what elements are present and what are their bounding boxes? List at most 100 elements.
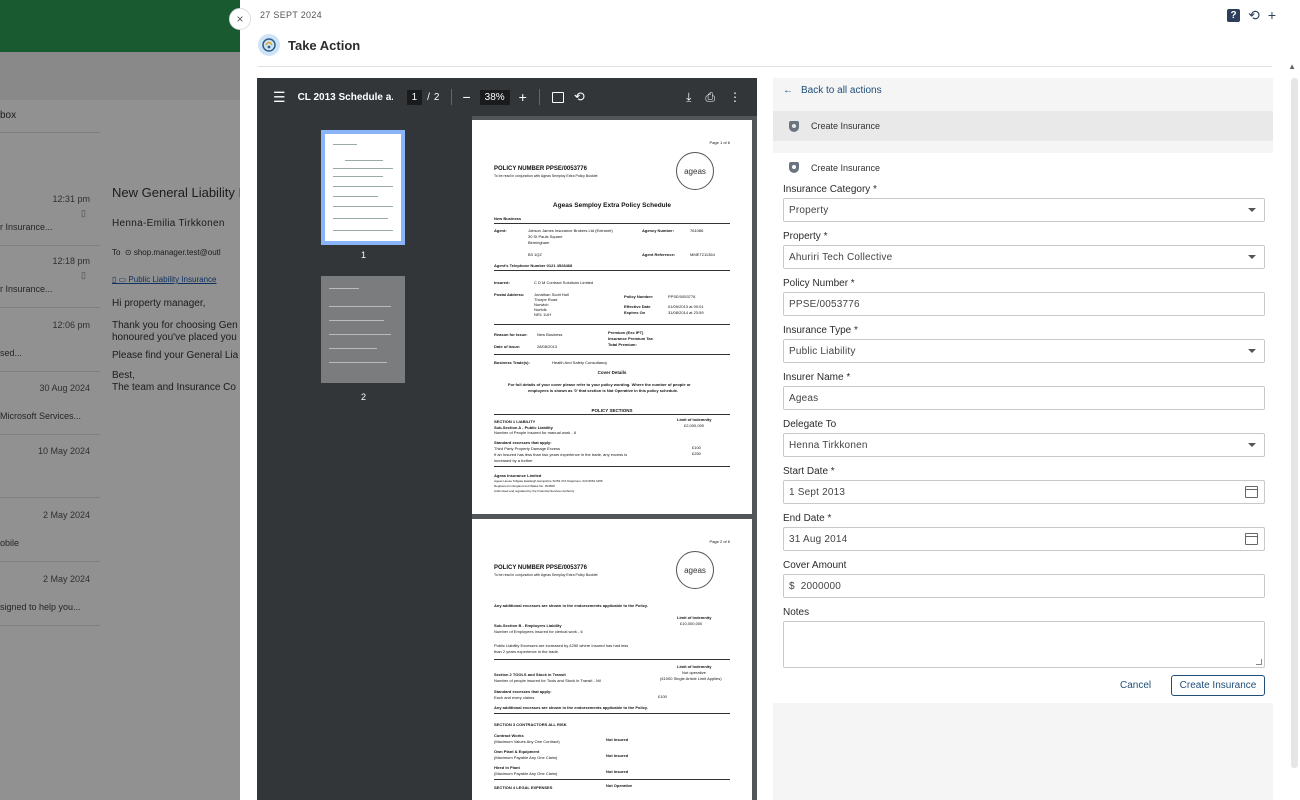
additional-excess-note: Any additional excesses are shown in the… — [494, 603, 648, 608]
cover-note: employees is shown as '0' that section i… — [528, 388, 679, 393]
hired-plant-label: Hired In Plant — [494, 765, 520, 770]
contract-works-label: Contract Works — [494, 733, 524, 738]
calendar-icon[interactable] — [1245, 486, 1258, 498]
effective-value: 01/09/2013 at 00:01 — [668, 304, 704, 309]
postal-line: NR1 1UH — [534, 312, 552, 317]
back-link-label: Back to all actions — [801, 85, 882, 96]
pdf-pages[interactable]: Page 1 of 6 ageas POLICY NUMBER PPSE/005… — [472, 116, 757, 800]
collapsed-title: Create Insurance — [811, 121, 881, 131]
cover-details-heading: Cover Details — [597, 370, 627, 375]
chevron-down-icon — [1248, 208, 1256, 212]
end-date-input[interactable]: 31 Aug 2014 — [783, 527, 1265, 551]
pdf-page-2: Page 2 of 6 ageas POLICY NUMBER PPSE/005… — [472, 519, 752, 800]
modal-scrollbar[interactable] — [1291, 78, 1298, 768]
history-icon[interactable]: ⟲ — [1248, 7, 1260, 23]
scroll-up-icon[interactable]: ▲ — [1288, 62, 1296, 71]
thumb-text-line — [345, 160, 383, 161]
end-date-value: 31 Aug 2014 — [789, 533, 848, 545]
page-footer: Ageas House Tollgate Eastleigh Hampshire… — [494, 479, 603, 483]
more-options-icon[interactable]: ⋮ — [729, 90, 741, 105]
policy-number-label: Policy Number * — [783, 278, 855, 289]
help-icon[interactable]: ? — [1227, 8, 1241, 22]
rule — [494, 713, 730, 714]
agent-telephone: Agent's Telephone Number 0121 4528468 — [494, 263, 573, 268]
schedule-title: Ageas Semploy Extra Policy Schedule — [552, 202, 672, 209]
expires-value: 31/08/2014 at 23:59 — [668, 310, 704, 315]
section2-limit: (£1000 Single Article Limit Applies) — [660, 676, 722, 681]
page-thumbnail-2[interactable] — [321, 276, 405, 383]
download-icon[interactable]: ⤓ — [686, 90, 691, 105]
menu-icon[interactable]: ☰ — [273, 89, 286, 106]
modal-toolbar: ? ⟲ + — [1227, 7, 1276, 23]
agent-address: 30 St Pauls Square — [528, 234, 563, 239]
form-title: Create Insurance — [811, 162, 881, 173]
std-excess-label: Standard excesses that apply: — [494, 440, 552, 445]
policy-subheading: To be read in conjunction with Ageas Sem… — [494, 573, 598, 577]
section2-people: Number of people insured for Tools and S… — [494, 678, 601, 683]
zoom-input[interactable]: 38% — [479, 89, 510, 105]
page-separator: / — [427, 91, 430, 103]
thumbnail-sidebar: 1 2 — [257, 116, 472, 800]
thumb-text-line — [333, 144, 357, 145]
page-footer: Authorised and regulated by the Financia… — [494, 489, 575, 493]
cover-amount-label: Cover Amount — [783, 560, 847, 571]
page-number-input[interactable]: 1 — [406, 89, 423, 105]
zoom-in-icon[interactable]: + — [519, 89, 527, 105]
property-select[interactable]: Ahuriri Tech Collective — [783, 245, 1265, 269]
notes-textarea[interactable] — [783, 621, 1265, 668]
section3-label: SECTION 3 CONTRACTORS ALL RISK — [494, 722, 567, 727]
close-modal-button[interactable]: × — [229, 8, 251, 30]
create-insurance-collapsed-header[interactable]: Create Insurance — [773, 111, 1273, 141]
start-date-value: 1 Sept 2013 — [789, 486, 846, 498]
zoom-out-icon[interactable]: − — [462, 89, 470, 105]
agent-label: Agent: — [494, 228, 507, 233]
page-number: Page 2 of 6 — [709, 539, 730, 544]
additional-excess-note: Any additional excesses are shown in the… — [494, 705, 648, 710]
page-thumbnail-1[interactable] — [321, 130, 405, 245]
insurer-name-input[interactable]: Ageas — [783, 386, 1265, 410]
policy-number-input[interactable]: PPSE/0053776 — [783, 292, 1265, 316]
thumb-text-line — [329, 288, 359, 289]
ageas-logo: ageas — [676, 551, 714, 589]
cover-amount-input[interactable]: $ 2000000 — [783, 574, 1265, 598]
pdf-actions: ⤓ ⎙ ⋮ — [686, 90, 741, 105]
rule — [494, 354, 730, 355]
pl-excess-note: than 2 years experience in the trade. — [494, 649, 559, 654]
own-plant-value: Not Insured — [606, 753, 629, 758]
page-total: 2 — [433, 91, 440, 103]
rotate-icon[interactable]: ⟲ — [574, 89, 585, 105]
end-date-label: End Date * — [783, 513, 832, 524]
thumbnail-label: 1 — [361, 250, 367, 260]
delegate-to-select[interactable]: Henna Tirkkonen — [783, 433, 1265, 457]
insurer-name-label: Insurer Name * — [783, 372, 851, 383]
create-insurance-button[interactable]: Create Insurance — [1171, 675, 1265, 696]
calendar-icon[interactable] — [1245, 533, 1258, 545]
ageas-logo: ageas — [676, 152, 714, 190]
insurance-type-select[interactable]: Public Liability — [783, 339, 1265, 363]
notes-label: Notes — [783, 607, 810, 618]
policy-num-value: PPSE/0053776 — [668, 294, 696, 299]
fit-page-icon[interactable] — [551, 91, 564, 103]
own-plant-label: Own Plant & Equipment — [494, 749, 540, 754]
resize-handle-icon[interactable] — [1256, 659, 1262, 665]
add-icon[interactable]: + — [1268, 7, 1276, 23]
page-footer: Registered in England and Wales No. 3545… — [494, 484, 555, 488]
insurance-category-select[interactable]: Property — [783, 198, 1265, 222]
close-icon: × — [236, 12, 244, 26]
cancel-button[interactable]: Cancel — [1120, 680, 1151, 691]
thumb-text-line — [329, 334, 391, 335]
ageas-insurance-label: Ageas Insurance Limited — [494, 473, 542, 478]
thumb-text-line — [333, 218, 388, 219]
postal-label: Postal Address: — [494, 292, 525, 297]
back-to-actions-link[interactable]: ← Back to all actions — [783, 85, 882, 96]
new-business-label: New Business — [494, 216, 522, 221]
excess-value: £100 — [692, 445, 701, 450]
take-action-modal: 27 SEPT 2024 ? ⟲ + Take Action ▲ ☰ CL 20… — [240, 0, 1300, 800]
start-date-input[interactable]: 1 Sept 2013 — [783, 480, 1265, 504]
toolbar-divider — [538, 89, 540, 105]
print-icon[interactable]: ⎙ — [705, 90, 715, 105]
thumb-text-line — [329, 348, 377, 349]
total-premium-label: Total Premium: — [608, 342, 637, 347]
limit-label: Limit of Indemnity — [677, 664, 712, 669]
thumb-text-line — [329, 306, 391, 307]
